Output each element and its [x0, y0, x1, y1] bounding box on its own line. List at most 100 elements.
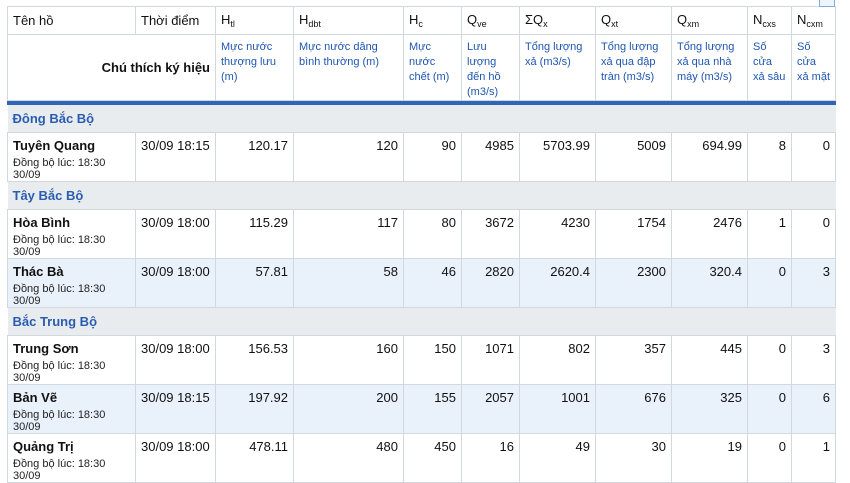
col-header-ten-ho: Tên hồ [7, 6, 136, 35]
value-hc: 150 [403, 335, 462, 385]
legend-sqx: Tổng lượng xả (m3/s) [519, 34, 596, 101]
value-htl: 478.11 [215, 433, 294, 483]
value-qxm: 325 [671, 384, 748, 434]
reservoir-name[interactable]: Bản Vẽ [13, 390, 130, 405]
table-row[interactable]: Trung Sơn Đồng bộ lúc: 18:30 30/09 30/09 1… [7, 335, 836, 385]
value-ncxm: 3 [791, 258, 836, 308]
value-hc: 80 [403, 209, 462, 259]
time-cell: 30/09 18:00 [135, 209, 216, 259]
sync-time: Đồng bộ lúc: 18:30 30/09 [13, 234, 106, 258]
value-qxm: 320.4 [671, 258, 748, 308]
value-qxm: 19 [671, 433, 748, 483]
value-htl: 156.53 [215, 335, 294, 385]
value-hc: 46 [403, 258, 462, 308]
col-header-qxt: Qxt [595, 6, 672, 35]
value-htl: 57.81 [215, 258, 294, 308]
table-row[interactable]: Hòa Bình Đồng bộ lúc: 18:30 30/09 30/09 18… [7, 209, 836, 259]
value-hdbt: 480 [293, 433, 404, 483]
legend-htl: Mực nước thượng lưu (m) [215, 34, 294, 101]
sync-time: Đồng bộ lúc: 18:30 30/09 [13, 360, 106, 384]
legend-qxt: Tổng lượng xả qua đập tràn (m3/s) [595, 34, 672, 101]
value-ncxm: 0 [791, 132, 836, 182]
collapse-icon[interactable]: ⌃ [819, 0, 835, 7]
time-cell: 30/09 18:00 [135, 335, 216, 385]
value-hc: 90 [403, 132, 462, 182]
region-row: Đông Bắc Bộ [7, 104, 836, 133]
legend-hdbt: Mực nước dâng bình thường (m) [293, 34, 404, 101]
table-row[interactable]: Bản Vẽ Đồng bộ lúc: 18:30 30/09 30/09 18:1… [7, 384, 836, 434]
value-ncxs: 8 [747, 132, 792, 182]
value-ncxs: 1 [747, 209, 792, 259]
legend-hc: Mực nước chết (m) [403, 34, 462, 101]
value-qxt: 30 [595, 433, 672, 483]
value-hdbt: 160 [293, 335, 404, 385]
sync-time: Đồng bộ lúc: 18:30 30/09 [13, 157, 106, 181]
reservoir-name[interactable]: Trung Sơn [13, 341, 130, 356]
col-header-hc: Hc [403, 6, 462, 35]
col-header-ncxs: Ncxs [747, 6, 792, 35]
value-qve: 1071 [461, 335, 520, 385]
col-header-htl: Htl [215, 6, 294, 35]
reservoir-cell: Tuyên Quang Đồng bộ lúc: 18:30 30/09 [7, 132, 136, 182]
table-row[interactable]: Quảng Trị Đồng bộ lúc: 18:30 30/09 30/09 1… [7, 433, 836, 483]
col-header-hdbt: Hdbt [293, 6, 404, 35]
reservoir-name[interactable]: Thác Bà [13, 264, 130, 279]
value-qxt: 2300 [595, 258, 672, 308]
value-hdbt: 117 [293, 209, 404, 259]
value-ncxs: 0 [747, 384, 792, 434]
value-sqx: 5703.99 [519, 132, 596, 182]
value-sqx: 1001 [519, 384, 596, 434]
value-htl: 120.17 [215, 132, 294, 182]
value-qve: 2057 [461, 384, 520, 434]
value-qxm: 445 [671, 335, 748, 385]
value-sqx: 802 [519, 335, 596, 385]
value-ncxm: 3 [791, 335, 836, 385]
value-hc: 155 [403, 384, 462, 434]
value-qxt: 1754 [595, 209, 672, 259]
value-ncxm: 1 [791, 433, 836, 483]
value-ncxm: 0 [791, 209, 836, 259]
time-cell: 30/09 18:15 [135, 132, 216, 182]
value-ncxm: 6 [791, 384, 836, 434]
value-qxt: 357 [595, 335, 672, 385]
value-qve: 2820 [461, 258, 520, 308]
legend-ncxs: Số cửa xả sâu [747, 34, 792, 101]
table-row[interactable]: Tuyên Quang Đồng bộ lúc: 18:30 30/09 30/09… [7, 132, 836, 182]
reservoir-cell: Trung Sơn Đồng bộ lúc: 18:30 30/09 [7, 335, 136, 385]
value-qve: 16 [461, 433, 520, 483]
reservoir-name[interactable]: Hòa Bình [13, 215, 130, 230]
legend-qxm: Tổng lượng xả qua nhà máy (m3/s) [671, 34, 748, 101]
value-htl: 115.29 [215, 209, 294, 259]
reservoir-cell: Hòa Bình Đồng bộ lúc: 18:30 30/09 [7, 209, 136, 259]
sync-time: Đồng bộ lúc: 18:30 30/09 [13, 283, 106, 307]
sync-time: Đồng bộ lúc: 18:30 30/09 [13, 458, 106, 482]
region-label: Bắc Trung Bộ [7, 307, 836, 336]
value-qxt: 5009 [595, 132, 672, 182]
col-header-ncxm: Ncxm [791, 6, 836, 35]
time-cell: 30/09 18:00 [135, 433, 216, 483]
value-ncxs: 0 [747, 433, 792, 483]
legend-ncxm: Số cửa xả mặt [791, 34, 836, 101]
reservoir-name[interactable]: Quảng Trị [13, 439, 130, 454]
reservoir-cell: Bản Vẽ Đồng bộ lúc: 18:30 30/09 [7, 384, 136, 434]
reservoir-name[interactable]: Tuyên Quang [13, 138, 130, 153]
value-hdbt: 200 [293, 384, 404, 434]
col-header-sqx: ΣQx [519, 6, 596, 35]
col-header-qve: Qve [461, 6, 520, 35]
value-qxt: 676 [595, 384, 672, 434]
value-hdbt: 58 [293, 258, 404, 308]
region-label: Đông Bắc Bộ [7, 104, 836, 133]
value-sqx: 2620.4 [519, 258, 596, 308]
value-qxm: 2476 [671, 209, 748, 259]
col-header-qxm: Qxm [671, 6, 748, 35]
value-htl: 197.92 [215, 384, 294, 434]
table-row[interactable]: Thác Bà Đồng bộ lúc: 18:30 30/09 30/09 18:… [7, 258, 836, 308]
value-qxm: 694.99 [671, 132, 748, 182]
time-cell: 30/09 18:00 [135, 258, 216, 308]
region-row: Tây Bắc Bộ [7, 181, 836, 210]
value-hc: 450 [403, 433, 462, 483]
reservoir-table-container: ⌃ Tên hồ Thời điểm Htl Hdbt Hc Qve ΣQx Q… [7, 0, 836, 483]
legend-title: Chú thích ký hiệu [7, 34, 216, 101]
region-row: Bắc Trung Bộ [7, 307, 836, 336]
reservoir-cell: Thác Bà Đồng bộ lúc: 18:30 30/09 [7, 258, 136, 308]
